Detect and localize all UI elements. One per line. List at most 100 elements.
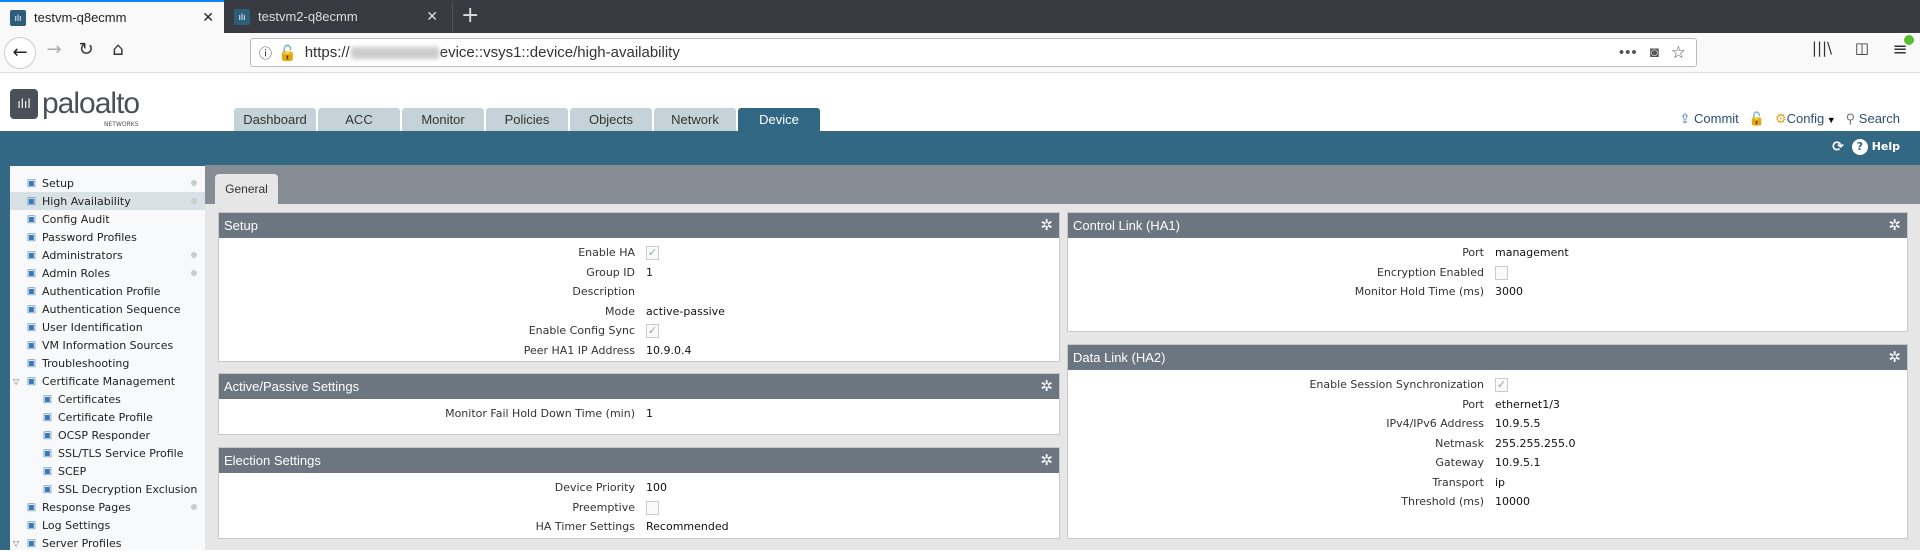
browser-tab[interactable]: ılı testvm2-q8ecmm ✕ [224, 0, 448, 33]
field-value: ip [1495, 475, 1506, 489]
checkbox[interactable]: ✓ [646, 246, 659, 260]
field-label: Transport [1432, 475, 1484, 489]
redacted-host [350, 46, 439, 59]
new-tab-button[interactable]: + [452, 3, 479, 31]
close-tab-icon[interactable]: ✕ [202, 9, 214, 26]
checkbox[interactable] [1495, 265, 1508, 280]
sidebar-item-label: Certificate Profile [58, 410, 153, 424]
sidebar-item[interactable]: ▣ VM Information Sources [10, 336, 205, 354]
checkbox[interactable]: ✓ [1495, 378, 1508, 392]
sidebar-item[interactable]: ▣ Authentication Sequence [10, 300, 205, 318]
tab-dashboard[interactable]: Dashboard [234, 108, 316, 131]
sidebar-item-label: SSL Decryption Exclusion [58, 482, 198, 496]
sidebar-item[interactable]: ▣ Response Pages [10, 498, 205, 516]
sidebar-item[interactable]: ▣ User Identification [10, 318, 205, 336]
help-icon: ? [1851, 139, 1868, 155]
sidebar-item[interactable]: ▽ ▣ Server Profiles [10, 534, 205, 552]
sidebar-item[interactable]: ▣ SSL Decryption Exclusion [10, 480, 205, 498]
sidebar-item[interactable]: ▣ OCSP Responder [10, 426, 205, 444]
sidebar-item[interactable]: ▣ Password Profiles [10, 228, 205, 246]
response-pages-icon: ▣ [26, 501, 37, 513]
insecure-lock-icon[interactable]: 🔓 [278, 44, 297, 62]
pocket-icon[interactable]: ◙ [1650, 44, 1659, 61]
gear-icon[interactable]: ✲ [1040, 213, 1053, 238]
field-value: Recommended [646, 520, 729, 533]
field-label: Device Priority [554, 481, 635, 494]
field-row: Description [219, 285, 1059, 303]
menu-icon[interactable]: ≡ [1886, 35, 1914, 60]
sidebar-item[interactable]: ▣ Troubleshooting [10, 354, 205, 372]
sidebar-item-label: Password Profiles [42, 230, 137, 244]
field-row: Gateway 10.9.5.1 [1068, 456, 1907, 474]
sidebar-item[interactable]: ▣ Setup [10, 174, 205, 192]
refresh-icon[interactable]: ⟳ [1832, 139, 1844, 155]
field-row: HA Timer Settings Recommended [219, 520, 1059, 538]
sidebar-item-label: User Identification [42, 320, 143, 334]
tab-general[interactable]: General [215, 174, 278, 204]
checkbox[interactable] [646, 500, 659, 515]
panel-header: Control Link (HA1) ✲ [1068, 213, 1907, 238]
gear-icon[interactable]: ✲ [1888, 213, 1901, 238]
sidebar-item[interactable]: ▽ ▣ Certificate Management [10, 372, 205, 390]
content-tab-bar: General [205, 165, 1920, 204]
panel-header: Election Settings ✲ [219, 448, 1059, 473]
lock-icon[interactable]: 🔓 [1749, 111, 1765, 127]
panel-header: Data Link (HA2) ✲ [1068, 345, 1907, 370]
field-row: IPv4/IPv6 Address 10.9.5.5 [1068, 417, 1907, 435]
sidebar-item-label: Server Profiles [42, 536, 122, 550]
help-button[interactable]: ? Help [1851, 139, 1900, 155]
sidebar-item[interactable]: ▣ Config Audit [10, 210, 205, 228]
expand-triangle-icon[interactable]: ▽ [13, 377, 19, 386]
gear-icon[interactable]: ✲ [1888, 345, 1901, 370]
gear-icon[interactable]: ✲ [1040, 448, 1053, 473]
config-menu[interactable]: ⚙Config ▼ [1775, 111, 1836, 127]
close-tab-icon[interactable]: ✕ [426, 8, 438, 25]
field-label: HA Timer Settings [535, 520, 635, 533]
library-icon[interactable]: |||\ [1808, 39, 1836, 57]
info-icon[interactable]: ⓘ [259, 43, 272, 62]
sidebar-item[interactable]: ▣ Certificate Profile [10, 408, 205, 426]
url-bar[interactable]: ⓘ 🔓 https:// evice::vsys1::device/high-av… [250, 38, 1697, 67]
sidebar-item[interactable]: ▣ High Availability [10, 192, 205, 210]
tab-acc[interactable]: ACC [318, 108, 400, 131]
sidebar-item[interactable]: ▣ Administrators [10, 246, 205, 264]
page-actions-icon[interactable]: ••• [1619, 44, 1638, 61]
tab-device[interactable]: Device [738, 108, 820, 131]
panel-header: Setup ✲ [219, 213, 1059, 238]
sidebar-item[interactable]: ▣ Admin Roles [10, 264, 205, 282]
tab-network[interactable]: Network [654, 108, 736, 131]
sidebar-item-label: Config Audit [42, 212, 110, 226]
tab-monitor[interactable]: Monitor [402, 108, 484, 131]
field-row: Monitor Fail Hold Down Time (min) 1 [219, 407, 1059, 425]
sidebar-item[interactable]: ▣ Certificates [10, 390, 205, 408]
checkbox[interactable]: ✓ [646, 324, 659, 338]
sidebar-item[interactable]: ▣ Log Settings [10, 516, 205, 534]
home-button[interactable]: ⌂ [104, 39, 132, 60]
field-row: Netmask 255.255.255.0 [1068, 437, 1907, 455]
field-row: Encryption Enabled [1068, 265, 1907, 284]
sidebar-item[interactable]: ▣ SCEP [10, 462, 205, 480]
sidebar-item[interactable]: ▣ SSL/TLS Service Profile [10, 444, 205, 462]
field-value: ethernet1/3 [1495, 397, 1560, 411]
back-button[interactable]: ← [4, 37, 36, 69]
audit-icon: ▣ [26, 213, 37, 225]
certificate-icon: ▣ [42, 393, 53, 405]
field-label: Threshold (ms) [1401, 495, 1484, 508]
forward-button[interactable]: → [40, 39, 68, 60]
bookmark-star-icon[interactable]: ☆ [1671, 43, 1686, 63]
field-row: Transport ip [1068, 476, 1907, 494]
tab-objects[interactable]: Objects [570, 108, 652, 131]
field-row: Enable Session Synchronization ✓ [1068, 378, 1907, 396]
sidebar-item-label: VM Information Sources [42, 338, 174, 352]
browser-tab[interactable]: ılı testvm-q8ecmm ✕ [0, 0, 224, 33]
search-button[interactable]: ⚲ Search [1846, 111, 1900, 127]
expand-triangle-icon[interactable]: ▽ [13, 539, 19, 548]
reload-button[interactable]: ↻ [72, 39, 100, 60]
tab-policies[interactable]: Policies [486, 108, 568, 131]
field-row: Monitor Hold Time (ms) 3000 [1068, 285, 1907, 303]
status-dot [191, 252, 197, 258]
commit-button[interactable]: ⇪ Commit [1679, 111, 1738, 127]
gear-icon[interactable]: ✲ [1040, 374, 1053, 399]
sidebar-toggle-icon[interactable]: ◫ [1848, 39, 1876, 57]
sidebar-item[interactable]: ▣ Authentication Profile [10, 282, 205, 300]
